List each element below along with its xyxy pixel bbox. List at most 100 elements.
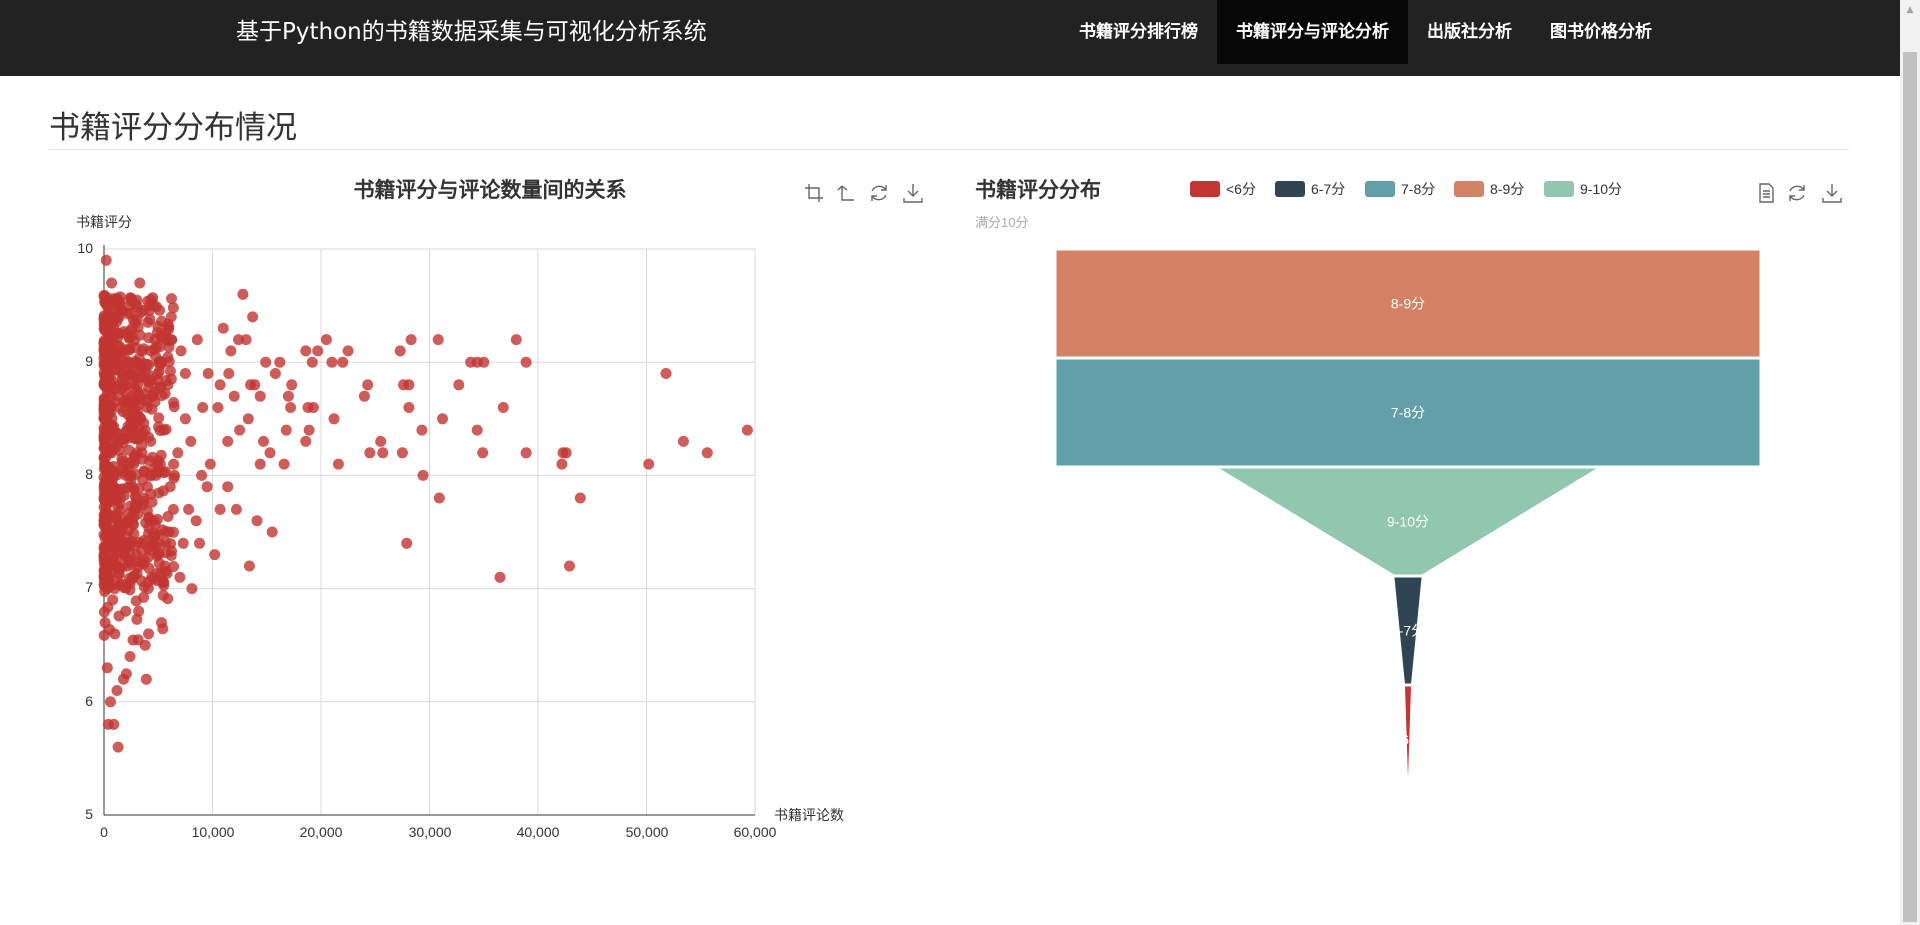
scatter-point[interactable] xyxy=(741,424,753,436)
scatter-point[interactable] xyxy=(196,469,208,481)
scatter-point[interactable] xyxy=(168,401,180,413)
scatter-point[interactable] xyxy=(101,662,113,674)
scatter-point[interactable] xyxy=(285,402,297,413)
scatter-point[interactable] xyxy=(520,356,532,368)
scatter-point[interactable] xyxy=(362,379,374,391)
scatter-point[interactable] xyxy=(282,390,294,402)
scatter-point[interactable] xyxy=(494,571,506,583)
scatter-point[interactable] xyxy=(300,345,312,357)
scatter-point[interactable] xyxy=(258,435,269,447)
scatter-point[interactable] xyxy=(133,561,144,573)
scatter-point[interactable] xyxy=(137,371,149,383)
scatter-point[interactable] xyxy=(125,413,137,425)
scatter-point[interactable] xyxy=(237,288,249,300)
zoom-reset-icon[interactable] xyxy=(837,185,854,201)
scatter-point[interactable] xyxy=(143,576,155,588)
scatter-point[interactable] xyxy=(111,560,123,572)
scatter-point[interactable] xyxy=(120,582,132,594)
scatter-point[interactable] xyxy=(160,423,172,435)
scatter-point[interactable] xyxy=(274,356,286,368)
scatter-point[interactable] xyxy=(109,529,121,541)
scatter-point[interactable] xyxy=(143,542,155,554)
scatter-point[interactable] xyxy=(98,606,110,618)
scatter-point[interactable] xyxy=(247,311,259,323)
scatter-point[interactable] xyxy=(194,537,205,549)
scatter-point[interactable] xyxy=(701,447,713,459)
scatter-point[interactable] xyxy=(306,356,318,368)
restore-icon[interactable] xyxy=(871,185,887,201)
scatter-point[interactable] xyxy=(137,427,149,439)
scatter-point[interactable] xyxy=(102,718,114,730)
scatter-point[interactable] xyxy=(105,477,117,489)
scatter-point[interactable] xyxy=(174,571,186,583)
scatter-point[interactable] xyxy=(405,334,417,346)
scatter-point[interactable] xyxy=(222,481,234,493)
scatter-point[interactable] xyxy=(233,334,244,346)
scatter-point[interactable] xyxy=(151,340,163,352)
scatter-point[interactable] xyxy=(99,508,111,519)
scatter-point[interactable] xyxy=(186,583,198,595)
scatter-point[interactable] xyxy=(643,458,655,470)
scatter-point[interactable] xyxy=(234,424,246,436)
scatter-point[interactable] xyxy=(128,484,140,496)
scatter-point[interactable] xyxy=(209,549,221,561)
scatter-point[interactable] xyxy=(140,673,152,685)
scatter-point[interactable] xyxy=(98,519,110,531)
scatter-point[interactable] xyxy=(201,481,213,493)
scatter-point[interactable] xyxy=(254,458,266,470)
scatter-point[interactable] xyxy=(162,511,174,522)
scatter-point[interactable] xyxy=(111,511,123,523)
scatter-point[interactable] xyxy=(101,292,113,304)
scatter-point[interactable] xyxy=(660,368,672,379)
scatter-point[interactable] xyxy=(128,519,139,531)
scatter-point[interactable] xyxy=(127,634,139,646)
scatter-point[interactable] xyxy=(394,345,406,357)
scatter-point[interactable] xyxy=(364,447,376,459)
scatter-point[interactable] xyxy=(167,302,179,314)
scatter-point[interactable] xyxy=(204,458,216,470)
scatter-point[interactable] xyxy=(137,453,148,465)
scatter-point[interactable] xyxy=(401,537,413,549)
scatter-point[interactable] xyxy=(131,357,143,369)
scatter-point[interactable] xyxy=(98,393,110,405)
scatter-point[interactable] xyxy=(132,508,144,520)
scatter-point[interactable] xyxy=(98,403,110,414)
scatter-point[interactable] xyxy=(111,685,123,696)
scatter-point[interactable] xyxy=(98,578,110,590)
legend-item-6-7[interactable]: 6-7分 xyxy=(1275,181,1345,197)
scatter-point[interactable] xyxy=(117,483,129,495)
scatter-point[interactable] xyxy=(243,560,255,572)
scatter-point[interactable] xyxy=(105,696,116,708)
scatter-point[interactable] xyxy=(191,334,203,346)
scatter-point[interactable] xyxy=(432,334,444,346)
scatter-point[interactable] xyxy=(153,381,165,393)
scatter-point[interactable] xyxy=(245,379,256,391)
scatter-point[interactable] xyxy=(520,447,532,459)
scatter-point[interactable] xyxy=(375,435,387,447)
scatter-point[interactable] xyxy=(264,447,276,459)
scatter-point[interactable] xyxy=(358,390,370,402)
scatter-point[interactable] xyxy=(125,292,137,304)
scatter-point[interactable] xyxy=(564,560,575,572)
scatter-point[interactable] xyxy=(162,335,174,347)
scatter-point[interactable] xyxy=(212,402,224,413)
scatter-point[interactable] xyxy=(134,394,146,406)
scatter-point[interactable] xyxy=(223,368,235,379)
scatter-point[interactable] xyxy=(433,492,445,504)
scatter-point[interactable] xyxy=(168,458,180,470)
scatter-point[interactable] xyxy=(230,503,242,515)
scatter-point[interactable] xyxy=(112,340,124,351)
legend-item-lt6[interactable]: <6分 xyxy=(1190,181,1256,197)
scatter-point[interactable] xyxy=(99,541,111,553)
scatter-point[interactable] xyxy=(403,402,415,413)
scatter-point[interactable] xyxy=(185,435,197,447)
nav-publisher-analysis[interactable]: 出版社分析 xyxy=(1408,0,1531,64)
scatter-point[interactable] xyxy=(142,295,154,307)
scatter-point[interactable] xyxy=(300,435,312,447)
scatter-point[interactable] xyxy=(146,403,158,415)
scatter-point[interactable] xyxy=(102,351,114,363)
download-icon[interactable] xyxy=(903,184,923,203)
scatter-point[interactable] xyxy=(278,458,290,470)
scatter-point[interactable] xyxy=(332,458,344,470)
scatter-point[interactable] xyxy=(222,435,234,447)
